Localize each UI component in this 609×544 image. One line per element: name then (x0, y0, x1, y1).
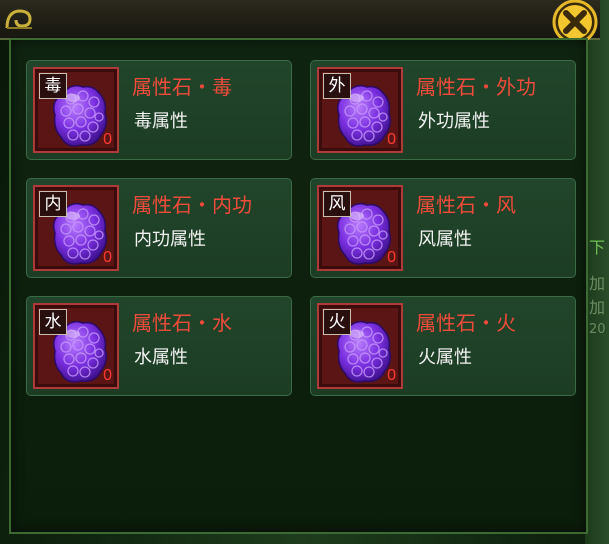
item-name: 属性石・火 (416, 311, 516, 335)
item-slot[interactable]: 风 0 (317, 185, 403, 271)
bg-fragment: 下 (589, 238, 606, 257)
item-card-poison[interactable]: 毒 0 属性石・毒 毒属性 (26, 60, 292, 160)
item-quantity: 0 (387, 367, 396, 384)
item-description: 火属性 (418, 347, 472, 368)
item-description: 风属性 (418, 229, 472, 250)
item-quantity: 0 (387, 249, 396, 266)
item-quantity: 0 (103, 367, 112, 384)
item-card-fire[interactable]: 火 0 属性石・火 火属性 (310, 296, 576, 396)
item-name: 属性石・毒 (132, 75, 232, 99)
bg-fragment: 20 (589, 322, 606, 337)
bg-fragment: 加 (589, 274, 606, 293)
element-badge: 火 (323, 309, 351, 335)
element-badge: 毒 (39, 73, 67, 99)
item-name: 属性石・内功 (132, 193, 252, 217)
item-name: 属性石・外功 (416, 75, 536, 99)
gold-scroll-ornament-icon (5, 9, 32, 29)
item-card-water[interactable]: 水 0 属性石・水 水属性 (26, 296, 292, 396)
item-card-internal[interactable]: 内 0 属性石・内功 内功属性 (26, 178, 292, 278)
title-bar (0, 0, 600, 40)
bg-fragment: 加 (589, 298, 606, 317)
item-description: 外功属性 (418, 111, 490, 132)
item-description: 内功属性 (134, 229, 206, 250)
item-slot[interactable]: 火 0 (317, 303, 403, 389)
item-slot[interactable]: 水 0 (33, 303, 119, 389)
item-quantity: 0 (103, 249, 112, 266)
item-description: 毒属性 (134, 111, 188, 132)
element-badge: 风 (323, 191, 351, 217)
element-badge: 内 (39, 191, 67, 217)
background-window-edge: 下 加 加 20 (585, 0, 609, 544)
item-slot[interactable]: 毒 0 (33, 67, 119, 153)
item-slot[interactable]: 内 0 (33, 185, 119, 271)
element-badge: 水 (39, 309, 67, 335)
item-quantity: 0 (103, 131, 112, 148)
item-quantity: 0 (387, 131, 396, 148)
item-card-external[interactable]: 外 0 属性石・外功 外功属性 (310, 60, 576, 160)
item-name: 属性石・水 (132, 311, 232, 335)
element-badge: 外 (323, 73, 351, 99)
item-description: 水属性 (134, 347, 188, 368)
item-name: 属性石・风 (416, 193, 516, 217)
item-slot[interactable]: 外 0 (317, 67, 403, 153)
item-card-wind[interactable]: 风 0 属性石・风 风属性 (310, 178, 576, 278)
attribute-stone-panel: 毒 0 属性石・毒 毒属性 外 0 属性石・外功 外功属性 内 0 属性石・内功… (9, 38, 588, 534)
